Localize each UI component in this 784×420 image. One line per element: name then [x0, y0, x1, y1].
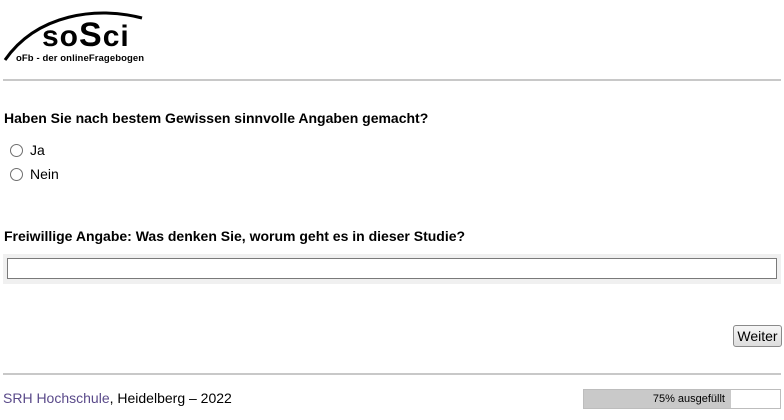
logo-tagline: oFb - der onlineFragebogen	[16, 53, 145, 64]
footer-link-srh[interactable]: SRH Hochschule	[3, 390, 110, 406]
radio-option-ja[interactable]: Ja	[10, 142, 45, 158]
radio-label: Ja	[30, 142, 45, 158]
text-input-container	[3, 254, 781, 284]
radio-option-nein[interactable]: Nein	[10, 166, 59, 182]
footer-credit: SRH Hochschule, Heidelberg – 2022	[3, 390, 232, 406]
footer-location-year: , Heidelberg – 2022	[109, 390, 232, 406]
question-study-purpose: Freiwillige Angabe: Was denken Sie, woru…	[4, 228, 466, 244]
sosci-logo: soSci oFb - der onlineFragebogen	[2, 4, 162, 66]
question-sincerity: Haben Sie nach bestem Gewissen sinnvolle…	[4, 110, 429, 126]
progress-bar: 75% ausgefüllt	[583, 389, 781, 409]
next-button[interactable]: Weiter	[733, 325, 782, 347]
radio-button[interactable]	[10, 167, 23, 181]
radio-button[interactable]	[10, 143, 23, 157]
logo-wordmark: soSci	[42, 16, 130, 54]
study-purpose-input[interactable]	[7, 258, 777, 279]
header-divider	[3, 79, 781, 81]
radio-label: Nein	[30, 166, 59, 182]
footer-divider	[3, 373, 781, 375]
progress-label: 75% ausgefüllt	[652, 393, 725, 405]
